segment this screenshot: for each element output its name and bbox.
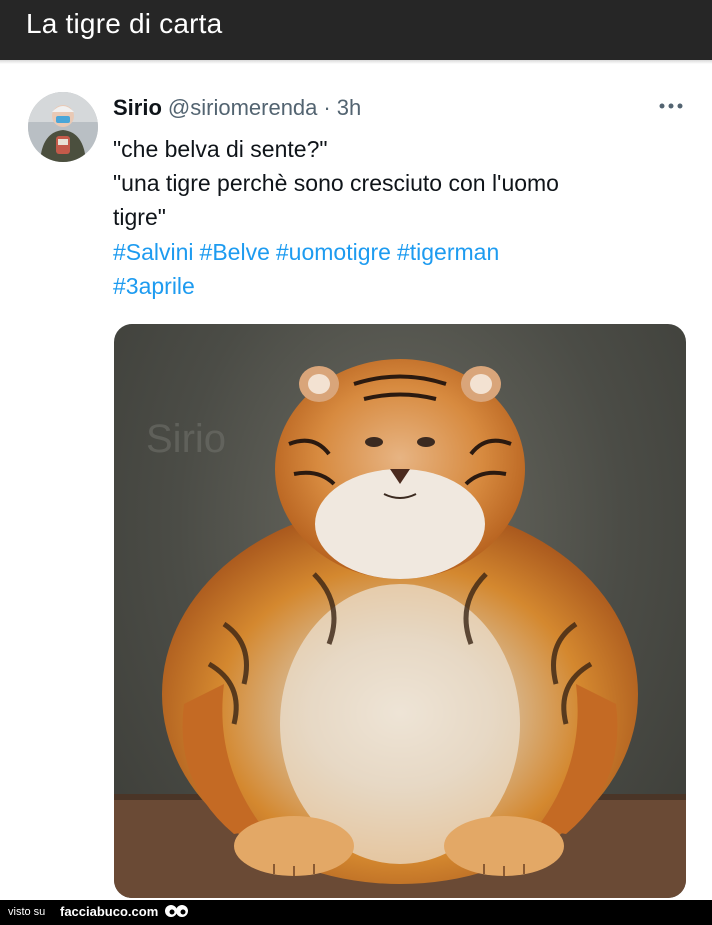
page-title: La tigre di carta [26,8,223,39]
hashtag-link[interactable]: #3aprile [113,273,195,299]
tweet-time[interactable]: 3h [337,95,361,121]
separator-dot: · [323,95,331,120]
image-watermark: Sirio [146,417,226,461]
tweet-line: "una tigre perchè sono cresciuto con l'u… [113,170,559,196]
tiger-image: Sirio [114,359,686,898]
tweet-image[interactable]: Sirio [114,324,686,898]
footer-visto: visto su [8,906,46,918]
eyes-logo-icon [163,903,189,921]
hashtag-link[interactable]: #Belve [200,239,270,265]
tweet-line: "che belva di sente?" [113,136,328,162]
tweet-line: tigre" [113,204,166,230]
hashtags: #Salvini #Belve #uomotigre #tigerman #3april… [113,235,673,303]
app-header: La tigre di carta [0,0,712,60]
site-footer: visto su facciabuco.com [0,900,712,925]
more-horizontal-icon[interactable] [656,98,686,114]
author-name[interactable]: Sirio [113,95,162,121]
tweet-text: "che belva di sente?" "una tigre perchè … [113,132,673,234]
author-handle[interactable]: @siriomerenda [168,95,318,121]
header-shadow [0,60,712,64]
hashtag-link[interactable]: #Salvini [113,239,194,265]
tweet-header: Sirio @siriomerenda · 3h [113,95,361,123]
avatar[interactable] [28,92,98,162]
footer-site[interactable]: facciabuco.com [60,904,158,919]
hashtag-link[interactable]: #uomotigre [276,239,391,265]
hashtag-link[interactable]: #tigerman [397,239,499,265]
